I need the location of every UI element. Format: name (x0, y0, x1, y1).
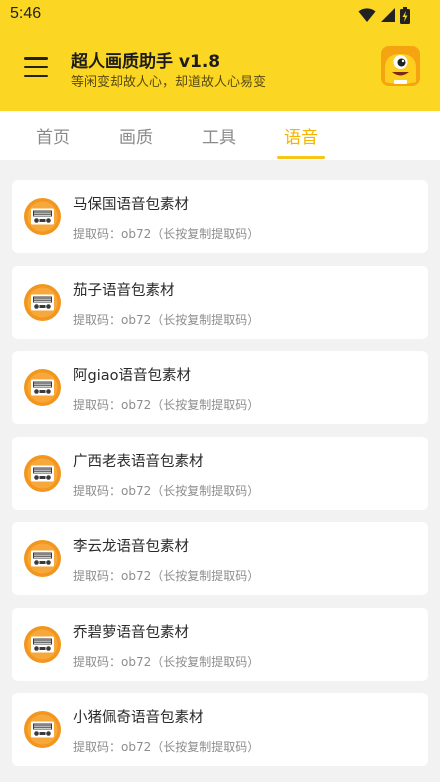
radio-cassette-icon (24, 711, 61, 748)
extraction-code-text: 提取码：ob72（长按复制提取码） (73, 312, 260, 327)
voice-pack-title: 茄子语音包素材 (73, 282, 175, 299)
tab-quality[interactable]: 画质 (106, 111, 166, 160)
radio-cassette-icon (24, 454, 61, 492)
battery-charging-icon (400, 6, 410, 24)
radio-cassette-icon (24, 283, 61, 321)
wifi-icon (358, 8, 376, 22)
app-header: 5:46 超人画质助手 v1.8 等闲变却故人心，却道故人心易变 (0, 0, 440, 111)
voice-pack-title: 乔碧萝语音包素材 (73, 624, 189, 641)
app-subtitle: 等闲变却故人心，却道故人心易变 (71, 75, 267, 90)
tab-bar: 首页 画质 工具 语音 (0, 111, 440, 160)
app-title: 超人画质助手 v1.8 (71, 52, 221, 72)
extraction-code-text: 提取码：ob72（长按复制提取码） (73, 740, 260, 754)
voice-pack-card-4[interactable]: 广西老表语音包素材 提取码：ob72（长按复制提取码） (12, 436, 428, 510)
voice-pack-card-7[interactable]: 小猪佩奇语音包素材 提取码：ob72（长按复制提取码） (12, 693, 428, 766)
extraction-code-text: 提取码：ob72（长按复制提取码） (73, 227, 260, 241)
voice-pack-card-5[interactable]: 李云龙语音包素材 提取码：ob72（长按复制提取码） (12, 522, 428, 595)
radio-cassette-icon (24, 369, 61, 406)
voice-pack-title: 广西老表语音包素材 (73, 453, 204, 470)
tab-voice[interactable]: 语音 (271, 111, 331, 160)
hamburger-menu-icon[interactable] (22, 54, 50, 80)
tab-home[interactable]: 首页 (23, 111, 83, 160)
voice-pack-card-6[interactable]: 乔碧萝语音包素材 提取码：ob72（长按复制提取码） (12, 607, 428, 681)
voice-pack-title: 阿giao语音包素材 (73, 368, 191, 384)
voice-pack-card-1[interactable]: 马保国语音包素材 提取码：ob72（长按复制提取码） (12, 180, 428, 253)
extraction-code-text: 提取码：ob72（长按复制提取码） (73, 569, 260, 583)
extraction-code-text: 提取码：ob72（长按复制提取码） (73, 654, 260, 669)
extraction-code-text: 提取码：ob72（长按复制提取码） (73, 483, 260, 498)
signal-icon (381, 8, 395, 22)
voice-pack-title: 马保国语音包素材 (73, 197, 189, 213)
tab-active-indicator (277, 156, 325, 159)
status-bar: 5:46 (0, 0, 440, 30)
status-icons (358, 6, 410, 24)
voice-pack-title: 李云龙语音包素材 (73, 539, 189, 555)
status-time: 5:46 (10, 5, 42, 22)
yellow-monster-avatar-icon[interactable] (381, 46, 420, 86)
voice-pack-card-2[interactable]: 茄子语音包素材 提取码：ob72（长按复制提取码） (12, 265, 428, 339)
radio-cassette-icon (24, 540, 61, 577)
radio-cassette-icon (24, 198, 61, 235)
radio-cassette-icon (24, 625, 61, 663)
voice-pack-title: 小猪佩奇语音包素材 (73, 710, 204, 726)
tab-tools[interactable]: 工具 (189, 111, 249, 160)
voice-pack-card-3[interactable]: 阿giao语音包素材 提取码：ob72（长按复制提取码） (12, 351, 428, 424)
extraction-code-text: 提取码：ob72（长按复制提取码） (73, 398, 260, 412)
